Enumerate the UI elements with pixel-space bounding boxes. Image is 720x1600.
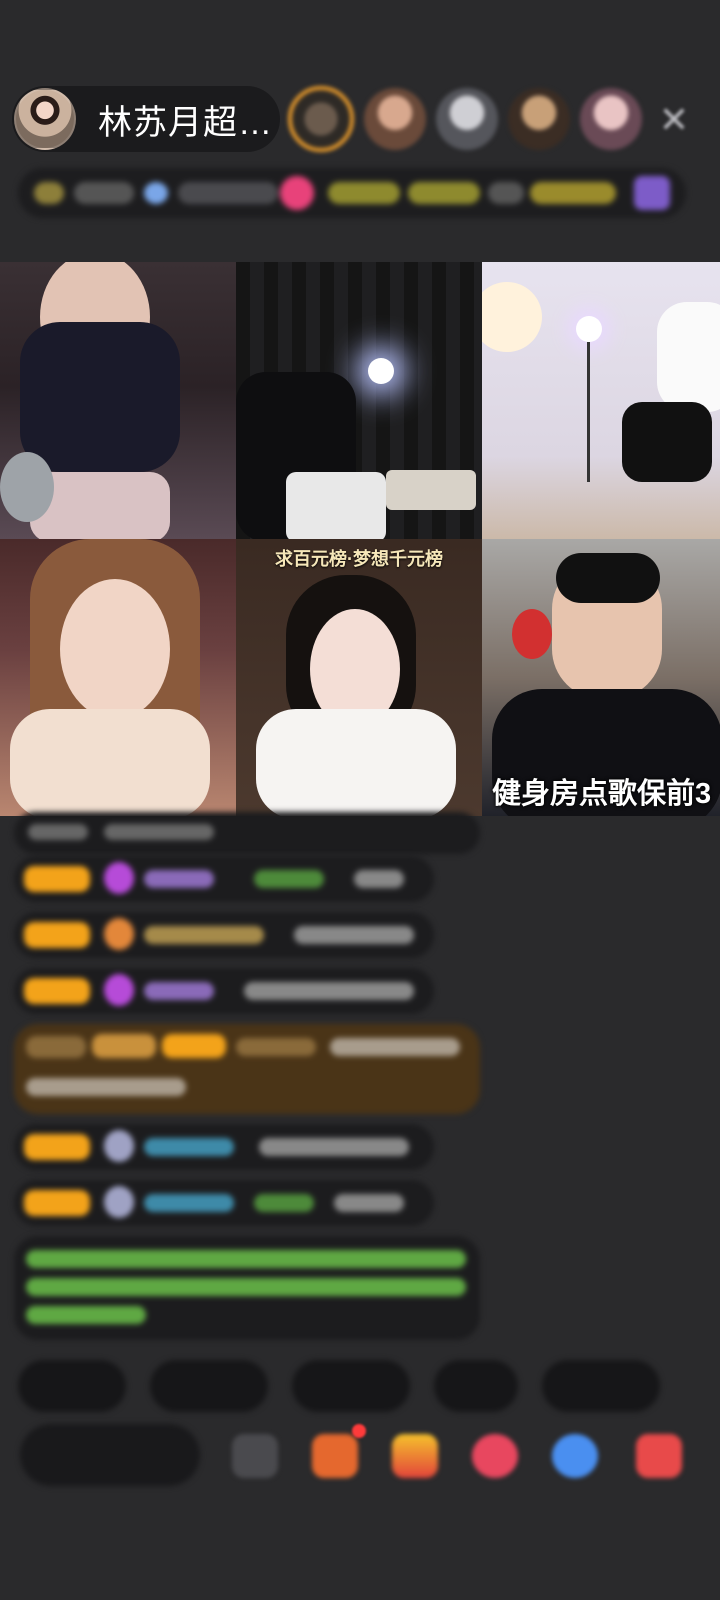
guest-video-caption: 求百元榜·梦想千元榜 bbox=[275, 549, 443, 569]
guest-video-6[interactable]: 健身房点歌保前3 bbox=[482, 539, 720, 816]
heart-icon[interactable] bbox=[472, 1434, 518, 1478]
quick-reply-chip[interactable] bbox=[542, 1360, 660, 1412]
message-icon[interactable] bbox=[552, 1434, 598, 1478]
chat-input[interactable] bbox=[20, 1424, 200, 1486]
viewer-avatar[interactable] bbox=[580, 88, 642, 150]
viewer-avatar[interactable] bbox=[288, 86, 354, 152]
viewer-avatar[interactable] bbox=[508, 88, 570, 150]
emoji-icon[interactable] bbox=[232, 1434, 278, 1478]
bottom-toolbar bbox=[0, 1424, 720, 1494]
viewer-avatar[interactable] bbox=[364, 88, 426, 150]
red-packet-icon[interactable] bbox=[392, 1434, 438, 1478]
host-name: 林苏月超… bbox=[98, 103, 273, 142]
chat-message[interactable] bbox=[14, 812, 480, 854]
multi-guest-video-grid: 求百元榜·梦想千元榜 健身房点歌保前3 bbox=[0, 262, 720, 816]
guest-video-4[interactable] bbox=[0, 539, 236, 816]
chat-message[interactable] bbox=[14, 1180, 434, 1226]
chat-message-highlight[interactable] bbox=[14, 1024, 480, 1114]
chat-message[interactable] bbox=[14, 968, 434, 1014]
gift-icon[interactable] bbox=[312, 1434, 358, 1478]
more-icon[interactable] bbox=[636, 1434, 682, 1478]
chat-message[interactable] bbox=[14, 912, 434, 958]
host-avatar[interactable] bbox=[14, 88, 76, 150]
chat-message[interactable] bbox=[14, 856, 434, 902]
viewer-avatar[interactable] bbox=[436, 88, 498, 150]
system-notice bbox=[14, 1236, 480, 1340]
guest-video-1[interactable] bbox=[0, 262, 236, 539]
guest-video-caption: 健身房点歌保前3 bbox=[492, 778, 712, 810]
quick-reply-chip[interactable] bbox=[434, 1360, 518, 1412]
close-icon[interactable]: ✕ bbox=[654, 100, 694, 140]
guest-video-3[interactable] bbox=[482, 262, 720, 539]
quick-reply-row bbox=[18, 1360, 660, 1412]
host-info-pill[interactable]: 林苏月超… bbox=[12, 86, 280, 152]
quick-reply-chip[interactable] bbox=[292, 1360, 410, 1412]
quick-reply-chip[interactable] bbox=[18, 1360, 126, 1412]
top-viewers-list bbox=[288, 86, 642, 152]
notification-dot bbox=[352, 1424, 366, 1438]
guest-video-5[interactable]: 求百元榜·梦想千元榜 bbox=[236, 539, 482, 816]
room-info-bar[interactable] bbox=[18, 168, 686, 218]
guest-video-2[interactable] bbox=[236, 262, 482, 539]
chat-message[interactable] bbox=[14, 1124, 434, 1170]
quick-reply-chip[interactable] bbox=[150, 1360, 268, 1412]
